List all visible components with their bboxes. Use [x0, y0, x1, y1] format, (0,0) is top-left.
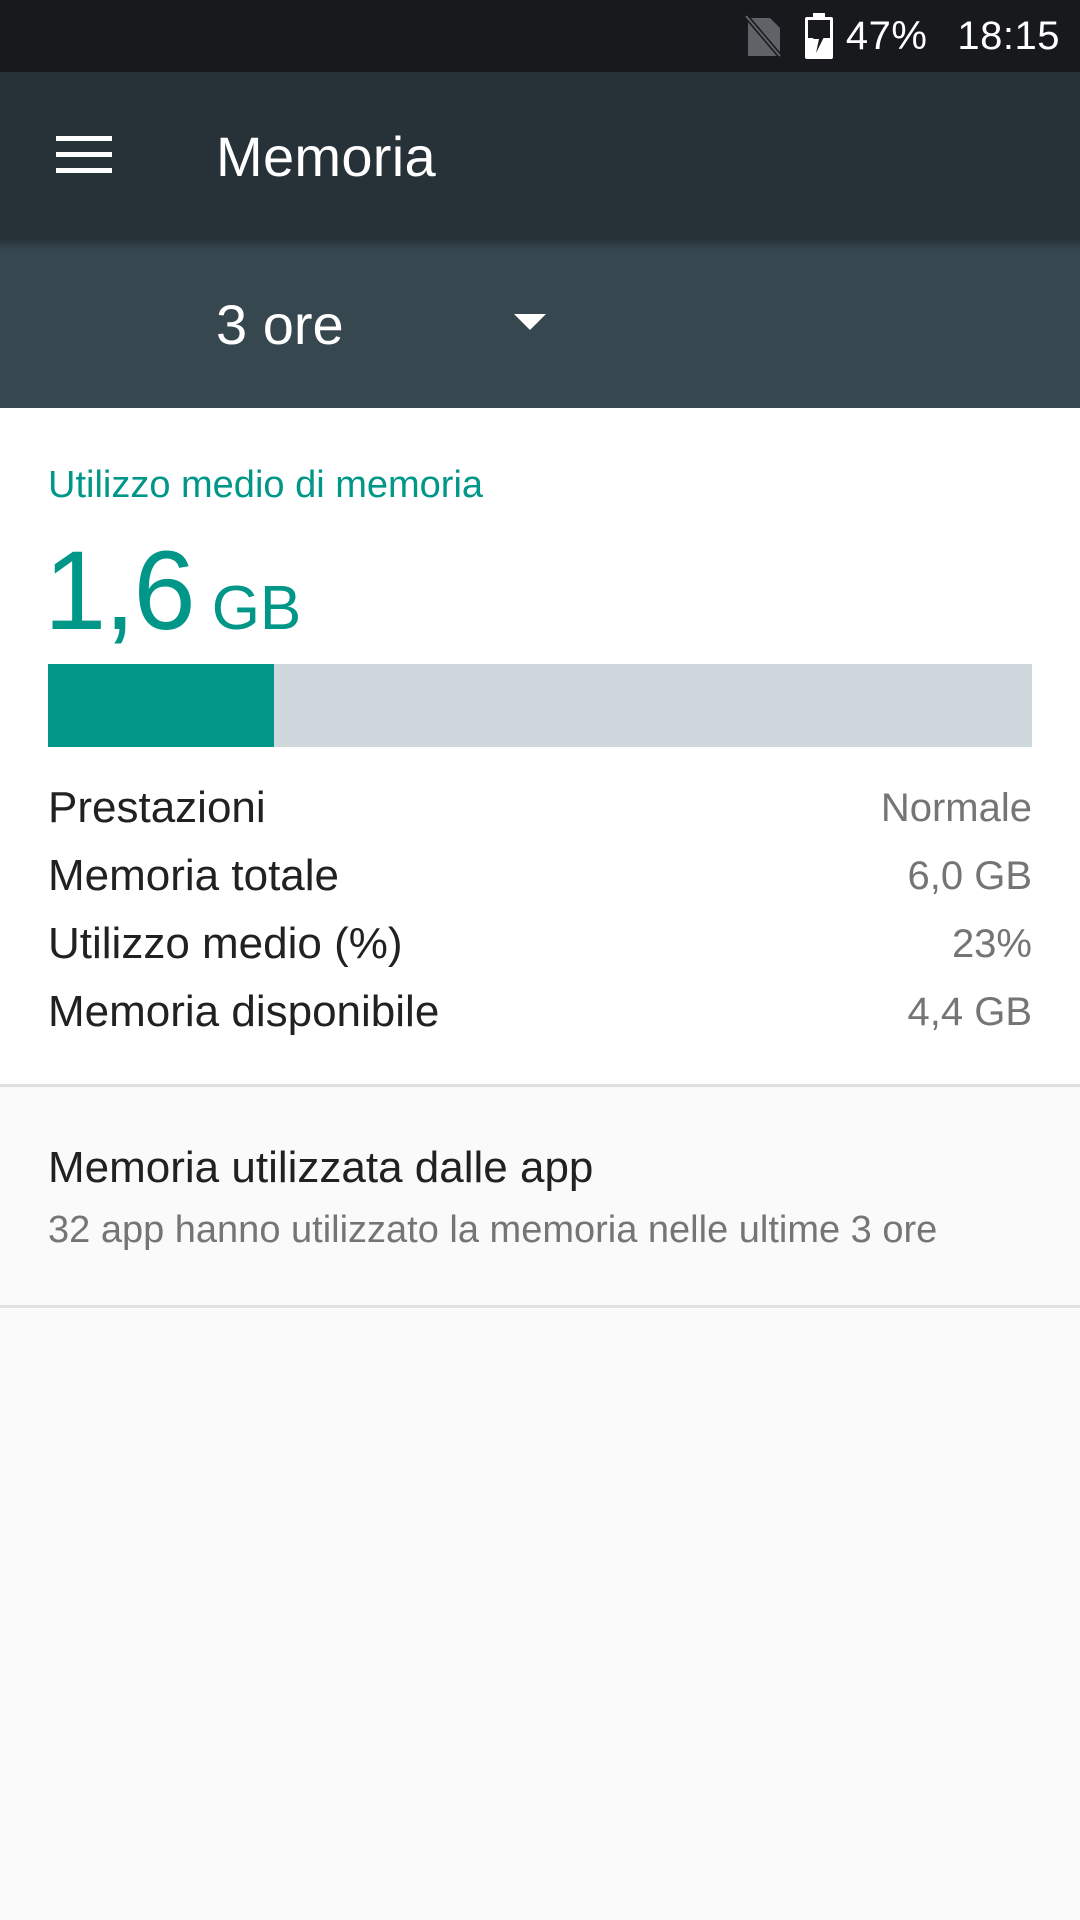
stat-row-average-usage: Utilizzo medio (%) 23%: [48, 910, 1032, 978]
divider: [0, 1305, 1080, 1308]
period-dropdown[interactable]: 3 ore: [216, 240, 556, 408]
stat-value: 6,0 GB: [907, 853, 1032, 898]
stat-value: 4,4 GB: [907, 989, 1032, 1034]
app-memory-usage-item[interactable]: Memoria utilizzata dalle app 32 app hann…: [0, 1087, 1080, 1305]
stat-row-performance: Prestazioni Normale: [48, 774, 1032, 842]
stat-label: Prestazioni: [48, 783, 266, 832]
stat-label: Utilizzo medio (%): [48, 919, 403, 968]
app-memory-subtitle: 32 app hanno utilizzato la memoria nelle…: [48, 1209, 938, 1251]
status-bar: 47% 18:15: [0, 0, 1080, 72]
hamburger-menu-button[interactable]: [0, 72, 168, 240]
stat-row-available-memory: Memoria disponibile 4,4 GB: [48, 978, 1032, 1046]
battery-charging-icon: [804, 13, 834, 59]
clock: 18:15: [957, 13, 1060, 58]
memory-usage-bar: [48, 664, 1032, 747]
period-selected-value: 3 ore: [216, 292, 344, 356]
stat-row-total-memory: Memoria totale 6,0 GB: [48, 842, 1032, 910]
no-sim-icon: [743, 14, 782, 58]
hamburger-menu-icon: [56, 134, 112, 179]
dropdown-arrow-icon: [514, 314, 546, 337]
battery-percentage: 47%: [845, 13, 928, 58]
average-memory-unit: GB: [211, 574, 302, 643]
page-title: Memoria: [216, 124, 436, 188]
memory-stats: Prestazioni Normale Memoria totale 6,0 G…: [48, 774, 1032, 1046]
memory-usage-bar-fill: [48, 664, 275, 747]
period-bar: 3 ore: [0, 240, 1080, 408]
stat-value: 23%: [951, 921, 1032, 966]
app-toolbar: Memoria: [0, 72, 1080, 240]
stat-value: Normale: [880, 785, 1032, 830]
stat-label: Memoria disponibile: [48, 987, 440, 1036]
average-memory-number: 1,6: [44, 528, 196, 653]
memory-summary: Utilizzo medio di memoria 1,6 GB Prestaz…: [0, 408, 1080, 1084]
app-memory-title: Memoria utilizzata dalle app: [48, 1143, 594, 1192]
toolbar-shadow: [0, 240, 1080, 250]
stat-label: Memoria totale: [48, 851, 340, 900]
average-memory-value: 1,6 GB: [44, 526, 301, 655]
summary-label: Utilizzo medio di memoria: [48, 464, 484, 506]
